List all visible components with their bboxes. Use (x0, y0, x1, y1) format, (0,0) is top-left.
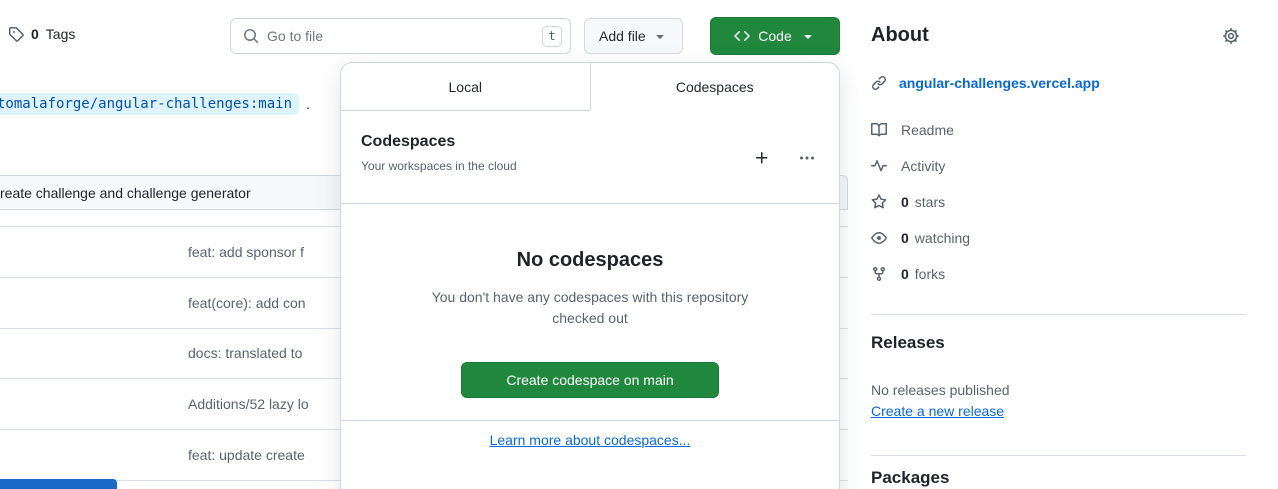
plus-icon (754, 150, 770, 166)
about-heading: About (871, 24, 929, 47)
keyboard-shortcut-hint: t (542, 26, 562, 47)
commit-message-cell[interactable]: Additions/52 lazy lo (188, 396, 309, 412)
create-release-link[interactable]: Create a new release (871, 403, 1004, 419)
sidebar-item-forks[interactable]: 0 forks (871, 264, 970, 284)
triangle-down-icon (800, 28, 816, 44)
tab-codespaces[interactable]: Codespaces (591, 63, 840, 111)
star-icon (871, 194, 887, 210)
popover-footer-divider (341, 420, 839, 421)
sidebar-item-watching[interactable]: 0 watching (871, 228, 970, 248)
add-file-label: Add file (599, 28, 646, 44)
code-icon (734, 28, 750, 44)
commit-message-cell[interactable]: feat(core): add con (188, 295, 306, 311)
releases-heading[interactable]: Releases (871, 333, 945, 353)
sidebar-item-label: forks (915, 266, 945, 282)
book-icon (871, 122, 887, 138)
commit-message-cell[interactable]: docs: translated to (188, 345, 302, 361)
tag-icon (8, 26, 24, 42)
browser-status-bar (0, 479, 117, 489)
codespaces-title: Codespaces (361, 133, 517, 151)
code-label: Code (758, 28, 791, 44)
popover-tabs: Local Codespaces (341, 63, 839, 111)
commit-message-cell[interactable]: feat: update create (188, 447, 305, 463)
edit-repo-settings-button[interactable] (1222, 27, 1240, 48)
codespaces-header: Codespaces Your workspaces in the cloud (341, 111, 839, 204)
triangle-down-icon (652, 28, 668, 44)
tab-local[interactable]: Local (341, 63, 591, 111)
tags-count: 0 (31, 26, 39, 42)
branch-ref-code[interactable]: tomalaforge/angular-challenges:main (0, 93, 299, 115)
gear-icon (1222, 27, 1240, 45)
sidebar-item-label: Activity (901, 158, 945, 174)
create-codespace-button[interactable]: Create codespace on main (461, 362, 719, 398)
codespaces-header-text: Codespaces Your workspaces in the cloud (361, 133, 517, 203)
github-repo-page: 0 Tags t Add file Code tomalaforge/angul… (0, 0, 1278, 489)
repo-fork-icon (871, 266, 887, 282)
branch-reference: tomalaforge/angular-challenges:main . (0, 93, 310, 115)
codespaces-subtitle: Your workspaces in the cloud (361, 159, 517, 173)
code-dropdown-popover: Local Codespaces Codespaces Your workspa… (340, 62, 840, 489)
sidebar-item-activity[interactable]: Activity (871, 156, 970, 176)
go-to-file-input[interactable] (267, 28, 534, 44)
website-link[interactable]: angular-challenges.vercel.app (899, 75, 1100, 91)
repo-meta-list: Readme Activity 0 stars 0 watch (871, 120, 970, 284)
no-codespaces-description: You don't have any codespaces with this … (430, 287, 750, 329)
packages-heading[interactable]: Packages (871, 468, 949, 488)
commit-message-cell[interactable]: feat: add sponsor f (188, 244, 304, 260)
add-file-button[interactable]: Add file (584, 18, 683, 54)
stars-count: 0 (901, 194, 909, 210)
kebab-menu-icon (799, 150, 815, 166)
codespaces-options-button[interactable] (795, 146, 819, 170)
watching-count: 0 (901, 230, 909, 246)
tags-label: Tags (46, 26, 76, 42)
eye-icon (871, 230, 887, 246)
sidebar-divider (871, 314, 1246, 315)
repo-sidebar: About angular-challenges.vercel.app Read… (871, 0, 1246, 489)
search-icon (243, 28, 259, 44)
branch-ref-period: . (306, 96, 310, 112)
no-codespaces-title: No codespaces (341, 249, 839, 272)
sidebar-item-stars[interactable]: 0 stars (871, 192, 970, 212)
sidebar-item-label: Readme (901, 122, 954, 138)
releases-empty-text: No releases published (871, 382, 1010, 398)
pulse-icon (871, 158, 887, 174)
new-codespace-button[interactable] (750, 146, 774, 170)
learn-more-codespaces-link[interactable]: Learn more about codespaces... (341, 432, 839, 448)
sidebar-divider (871, 455, 1246, 456)
go-to-file-search[interactable]: t (230, 18, 571, 54)
link-icon (871, 75, 887, 91)
code-button[interactable]: Code (710, 17, 840, 55)
codespaces-actions (750, 146, 819, 170)
latest-commit-message[interactable]: create challenge and challenge generator (0, 185, 251, 201)
sidebar-item-label: stars (915, 194, 945, 210)
sidebar-item-label: watching (915, 230, 970, 246)
forks-count: 0 (901, 266, 909, 282)
sidebar-item-readme[interactable]: Readme (871, 120, 970, 140)
repo-website-row: angular-challenges.vercel.app (871, 75, 1100, 91)
tags-link[interactable]: 0 Tags (8, 26, 75, 42)
